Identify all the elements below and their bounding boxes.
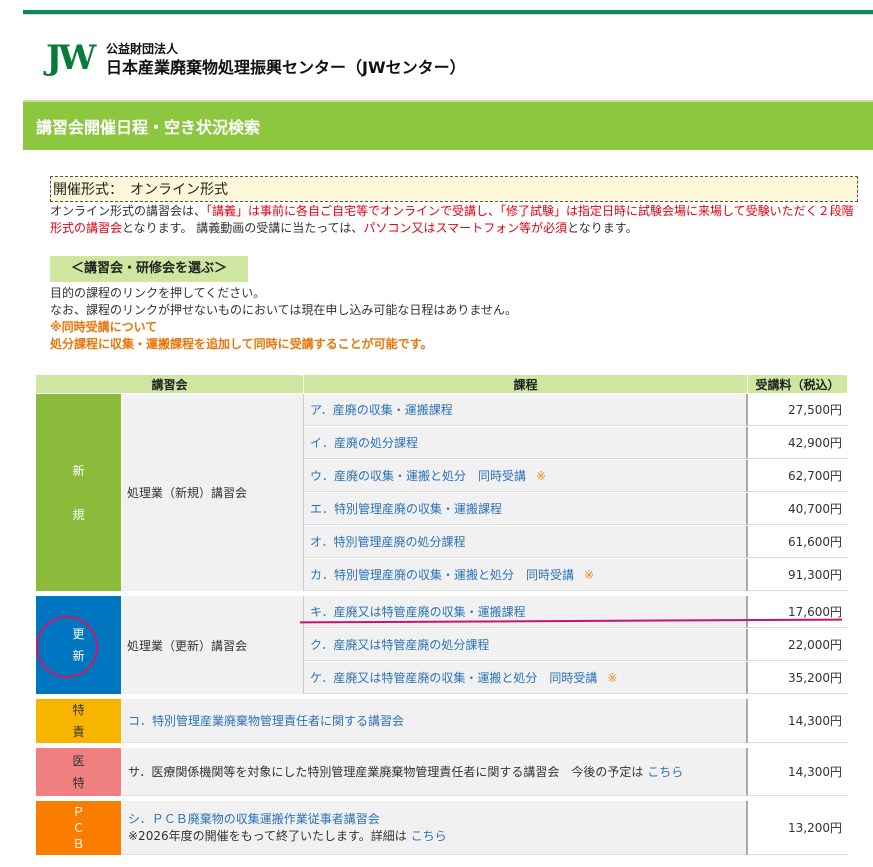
pcb-end-note: ※2026年度の開催をもって終了いたします。詳細は [128,828,407,843]
fee-o: 61,600円 [748,526,848,558]
course-u-label: ウ．産廃の収集・運搬と処分 同時受講 [310,469,527,483]
course-link-ki[interactable]: キ．産廃又は特管産廃の収集・運搬課程 [304,596,748,628]
course-ka-label: カ．特別管理産廃の収集・運搬と処分 同時受講 [310,568,575,582]
format-text: 開催形式： オンライン形式 [53,179,228,199]
course-link-a[interactable]: ア．産廃の収集・運搬課程 [304,394,748,426]
pcb-detail-link[interactable]: こちら [411,829,447,843]
course-shi: シ．ＰＣＢ廃棄物の収集運搬作業従事者講習会 ※2026年度の開催をもって終了いた… [122,801,748,855]
format-box: 開催形式： オンライン形式 [50,176,858,202]
header-session: 講習会 [36,375,304,393]
org-name: 日本産業廃棄物処理振興センター（JWセンター） [106,58,466,77]
simultaneous-mark: ※ [536,469,547,483]
fee-ko: 14,300円 [748,699,848,743]
category-pcb-char-1: Ｐ [72,805,85,819]
fee-shi: 13,200円 [748,801,848,855]
group-gap [36,695,848,698]
course-link-ku[interactable]: ク．産廃又は特管産廃の処分課程 [304,629,748,661]
table-header-row: 講習会 課程 受講料（税込） [36,375,848,393]
course-link-ka[interactable]: カ．特別管理産廃の収集・運搬と処分 同時受講 ※ [304,559,748,591]
category-toku-char-2: 責 [72,725,85,739]
session-renew: 処理業（更新）講習会 [122,596,304,694]
course-link-e[interactable]: エ．特別管理産廃の収集・運搬課程 [304,493,748,525]
header-course: 課程 [304,375,748,393]
simultaneous-mark: ※ [607,671,618,685]
fee-ke: 35,200円 [748,662,848,694]
category-pcb-char-3: Ｂ [72,837,85,851]
note-line-4: 処分課程に収集・運搬課程を追加して同時に受講することが可能です。 [50,337,433,351]
category-iryo: 医 特 [36,748,122,796]
fee-e: 40,700円 [748,493,848,525]
table-row: 特 責 コ．特別管理産業廃棄物管理責任者に関する講習会 14,300円 [36,699,848,743]
category-iryo-char-1: 医 [72,754,85,768]
jw-logo-mark: JW [46,38,96,78]
fee-ka: 91,300円 [748,559,848,591]
category-toku-char-1: 特 [72,703,85,717]
course-sa-label: サ．医療関係機関等を対象にした特別管理産業廃棄物管理責任者に関する講習会 今後の… [128,765,644,779]
org-name-block: 公益財団法人 日本産業廃棄物処理振興センター（JWセンター） [106,41,466,79]
course-link-ke[interactable]: ケ．産廃又は特管産廃の収集・運搬と処分 同時受講 ※ [304,662,748,694]
desc-part-3: となります。 [567,221,638,235]
note-line-2: なお、課程のリンクが押せないものにおいては現在申し込み可能な日程はありません。 [50,303,518,317]
course-ke-label: ケ．産廃又は特管産廃の収集・運搬と処分 同時受講 [310,671,598,685]
fee-u: 62,700円 [748,460,848,492]
category-new-char-2: 規 [72,507,85,522]
org-subtitle: 公益財団法人 [106,42,179,56]
course-link-ko[interactable]: コ．特別管理産業廃棄物管理責任者に関する講習会 [122,699,748,743]
table-row: 医 特 サ．医療関係機関等を対象にした特別管理産業廃棄物管理責任者に関する講習会… [36,748,848,796]
instruction-notes: 目的の課程のリンクを押してください。 なお、課程のリンクが押せないものにおいては… [50,285,517,353]
choose-heading: ＜講習会・研修会を選ぶ＞ [50,256,248,282]
course-link-shi[interactable]: シ．ＰＣＢ廃棄物の収集運搬作業従事者講習会 [128,812,380,826]
fee-i: 42,900円 [748,427,848,459]
group-gap [36,744,848,747]
format-label: 開催形式： [53,182,116,198]
desc-part-2: となります。 講義動画の受講に当たっては、 [122,221,364,235]
note-line-1: 目的の課程のリンクを押してください。 [50,286,266,300]
group-gap [36,592,848,595]
group-gap [36,797,848,800]
fee-ki: 17,600円 [748,596,848,628]
course-table: 講習会 課程 受講料（税込） 新 規 処理業（新規）講習会 ア．産廃の収集・運搬… [36,374,848,856]
format-value: オンライン形式 [130,182,228,198]
fee-sa: 14,300円 [748,748,848,796]
header-fee: 受講料（税込） [748,375,848,393]
desc-part-1: オンライン形式の講習会は、 [50,204,207,218]
category-new: 新 規 [36,394,122,591]
course-link-o[interactable]: オ．特別管理産廃の処分課程 [304,526,748,558]
table-row: 更 新 処理業（更新）講習会 キ．産廃又は特管産廃の収集・運搬課程 17,600… [36,596,848,694]
session-new: 処理業（新規）講習会 [122,394,304,591]
course-link-i[interactable]: イ．産廃の処分課程 [304,427,748,459]
fee-a: 27,500円 [748,394,848,426]
note-line-3: ※同時受講について [50,320,158,334]
fee-ku: 22,000円 [748,629,848,661]
category-pcb-char-2: Ｃ [72,821,85,835]
online-description: オンライン形式の講習会は、「講義」は事前に各自ご自宅等でオンラインで受講し、「修… [50,203,865,237]
page-title-bar: 講習会開催日程・空き状況検索 [23,100,873,150]
iryo-schedule-link[interactable]: こちら [647,765,683,779]
simultaneous-mark: ※ [584,568,595,582]
desc-highlight-2: パソコン又はスマートフォン等が必須 [363,221,568,235]
category-toku: 特 責 [36,699,122,743]
category-iryo-char-2: 特 [72,776,85,790]
category-new-char-1: 新 [72,463,85,478]
course-sa: サ．医療関係機関等を対象にした特別管理産業廃棄物管理責任者に関する講習会 今後の… [122,748,748,796]
table-row: 新 規 処理業（新規）講習会 ア．産廃の収集・運搬課程 27,500円 [36,394,848,591]
category-pcb: Ｐ Ｃ Ｂ [36,801,122,855]
table-row: Ｐ Ｃ Ｂ シ．ＰＣＢ廃棄物の収集運搬作業従事者講習会 ※2026年度の開催をも… [36,801,848,855]
page-title: 講習会開催日程・空き状況検索 [36,118,261,137]
org-logo[interactable]: JW 公益財団法人 日本産業廃棄物処理振興センター（JWセンター） [46,38,466,79]
course-link-u[interactable]: ウ．産廃の収集・運搬と処分 同時受講 ※ [304,460,748,492]
top-divider [23,14,873,15]
